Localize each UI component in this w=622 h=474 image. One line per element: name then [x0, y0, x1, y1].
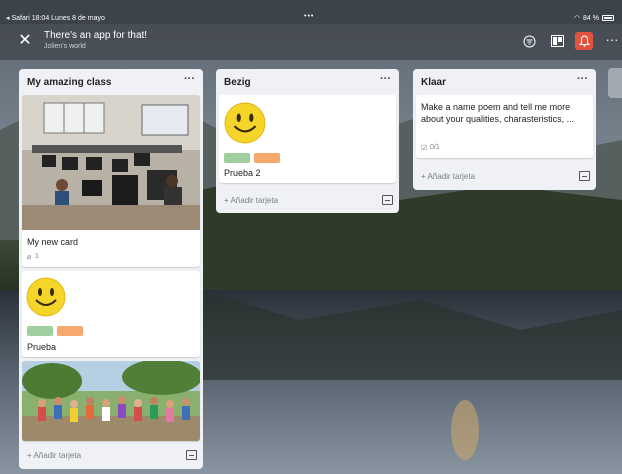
label-orange [254, 153, 280, 163]
card-title: Prueba [27, 342, 57, 352]
card-group-photo[interactable] [22, 361, 200, 441]
workspace-name: Jolien's world [44, 43, 86, 50]
list-title[interactable]: My amazing class [27, 77, 111, 88]
group-photo [22, 361, 200, 441]
classroom-photo [22, 95, 200, 230]
add-card-button[interactable]: + Añadir tarjeta [27, 451, 81, 460]
bell-icon[interactable] [575, 32, 593, 50]
battery-icon [602, 15, 614, 21]
add-card-button[interactable]: + Añadir tarjeta [224, 196, 278, 205]
status-dots: ••• [304, 13, 315, 20]
board-title: There's an app for that! [44, 30, 148, 41]
list-menu-icon[interactable]: ··· [380, 73, 391, 85]
label-green [27, 326, 53, 336]
list-my-amazing-class: My amazing class ··· My new card ⌀ 1 Pru… [19, 69, 203, 469]
smiley-image [26, 277, 66, 317]
card-template-icon[interactable] [579, 171, 590, 181]
battery-percent: 84 % [583, 14, 599, 22]
card-title: Make a name poem and tell me more about … [421, 102, 575, 124]
list-menu-icon[interactable]: ··· [577, 73, 588, 85]
label-green [224, 153, 250, 163]
status-right: ◠ 84 % [574, 14, 614, 22]
smiley-image [224, 102, 266, 144]
label-orange [57, 326, 83, 336]
list-title[interactable]: Bezig [224, 77, 251, 88]
list-klaar: Klaar ··· Make a name poem and tell me m… [413, 69, 596, 190]
card-template-icon[interactable] [382, 195, 393, 205]
add-card-button[interactable]: + Añadir tarjeta [421, 172, 475, 181]
close-icon[interactable]: ✕ [16, 32, 34, 50]
card-title: My new card [27, 237, 79, 247]
next-list-peek[interactable] [608, 68, 622, 98]
card-template-icon[interactable] [186, 450, 197, 460]
board-header: ✕ There's an app for that! Jolien's worl… [0, 24, 622, 60]
card-prueba[interactable]: Prueba [22, 271, 200, 357]
filter-icon[interactable] [520, 32, 538, 50]
card-name-poem[interactable]: Make a name poem and tell me more about … [416, 95, 593, 158]
card-title: Prueba 2 [224, 168, 261, 178]
more-icon[interactable]: ··· [603, 30, 621, 48]
status-bar: ◂ Safari 18:04 Lunes 8 de mayo ••• ◠ 84 … [0, 0, 622, 24]
list-menu-icon[interactable]: ··· [184, 73, 195, 85]
wifi-icon: ◠ [573, 15, 581, 22]
card-my-new-card[interactable]: My new card ⌀ 1 [22, 95, 200, 267]
list-bezig: Bezig ··· Prueba 2 + Añadir tarjeta [216, 69, 399, 213]
status-left: ◂ Safari 18:04 Lunes 8 de mayo [6, 15, 105, 22]
card-prueba-2[interactable]: Prueba 2 [219, 95, 396, 183]
list-title[interactable]: Klaar [421, 77, 446, 88]
attachment-icon: ⌀ [27, 254, 32, 261]
board-icon[interactable] [548, 32, 566, 50]
checklist-icon: ☑ [421, 145, 428, 152]
attachment-count: 1 [35, 253, 39, 260]
checklist-count: 0/1 [430, 144, 440, 151]
